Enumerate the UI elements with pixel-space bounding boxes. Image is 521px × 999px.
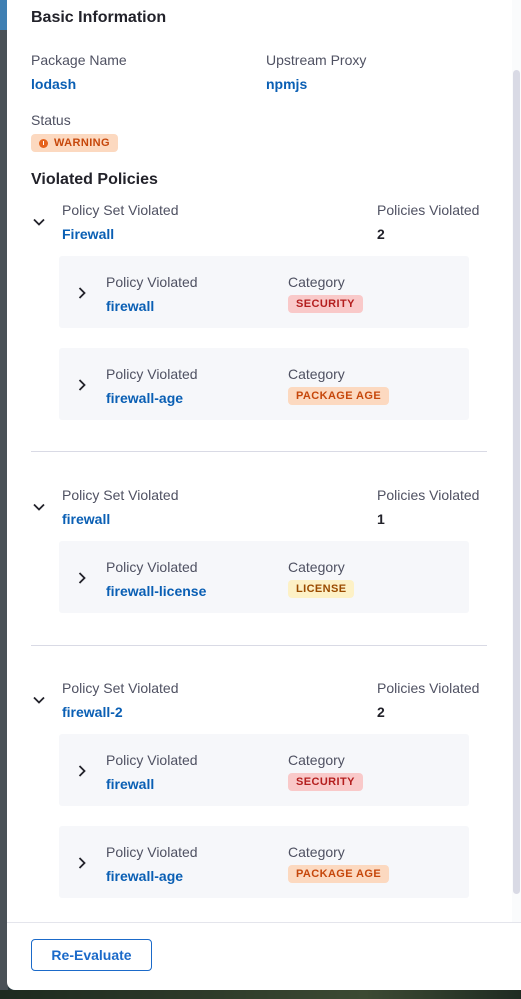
scrollbar[interactable] bbox=[512, 0, 521, 922]
policies-violated-count: 2 bbox=[377, 704, 385, 720]
policy-violated-link[interactable]: firewall-license bbox=[106, 583, 206, 599]
policy-set-link[interactable]: firewall-2 bbox=[62, 704, 123, 720]
status-label: Status bbox=[31, 112, 71, 128]
chevron-right-icon[interactable] bbox=[75, 571, 89, 585]
policy-set-label: Policy Set Violated bbox=[62, 680, 179, 696]
category-label: Category bbox=[288, 366, 345, 382]
policy-set-label: Policy Set Violated bbox=[62, 202, 179, 218]
policy-violated-label: Policy Violated bbox=[106, 274, 198, 290]
policy-card: Policy Violated firewall-age Category PA… bbox=[59, 826, 469, 898]
upstream-proxy-label: Upstream Proxy bbox=[266, 52, 367, 68]
scrollbar-thumb[interactable] bbox=[513, 70, 520, 894]
category-badge: SECURITY bbox=[288, 773, 363, 791]
policy-violated-label: Policy Violated bbox=[106, 752, 198, 768]
chevron-down-icon[interactable] bbox=[32, 215, 46, 229]
policy-card: Policy Violated firewall Category SECURI… bbox=[59, 256, 469, 328]
policy-set-link[interactable]: Firewall bbox=[62, 226, 114, 242]
package-name-link[interactable]: lodash bbox=[31, 76, 76, 92]
category-badge: LICENSE bbox=[288, 580, 355, 598]
group-divider bbox=[31, 451, 487, 452]
policy-violated-label: Policy Violated bbox=[106, 844, 198, 860]
policies-violated-label: Policies Violated bbox=[377, 680, 480, 696]
category-badge: SECURITY bbox=[288, 295, 363, 313]
status-badge-text: WARNING bbox=[54, 137, 110, 149]
policy-card: Policy Violated firewall-age Category PA… bbox=[59, 348, 469, 420]
policy-violated-link[interactable]: firewall bbox=[106, 776, 154, 792]
policy-set-label: Policy Set Violated bbox=[62, 487, 179, 503]
basic-information-title: Basic Information bbox=[31, 9, 167, 26]
package-details-drawer: Basic Information Package Name lodash Up… bbox=[7, 0, 521, 990]
violated-policies-title: Violated Policies bbox=[31, 171, 158, 188]
policy-violated-label: Policy Violated bbox=[106, 366, 198, 382]
footer-divider bbox=[7, 922, 521, 923]
chevron-right-icon[interactable] bbox=[75, 286, 89, 300]
category-label: Category bbox=[288, 559, 345, 575]
chevron-right-icon[interactable] bbox=[75, 856, 89, 870]
policy-violated-link[interactable]: firewall bbox=[106, 298, 154, 314]
upstream-proxy-link[interactable]: npmjs bbox=[266, 76, 307, 92]
group-divider bbox=[31, 645, 487, 646]
policy-violated-link[interactable]: firewall-age bbox=[106, 868, 183, 884]
policy-card: Policy Violated firewall-license Categor… bbox=[59, 541, 469, 613]
category-badge: PACKAGE AGE bbox=[288, 387, 390, 405]
policies-violated-count: 2 bbox=[377, 226, 385, 242]
status-badge: WARNING bbox=[31, 134, 118, 152]
category-badge: PACKAGE AGE bbox=[288, 865, 390, 883]
chevron-right-icon[interactable] bbox=[75, 764, 89, 778]
chevron-down-icon[interactable] bbox=[32, 693, 46, 707]
policy-violated-link[interactable]: firewall-age bbox=[106, 390, 183, 406]
chevron-right-icon[interactable] bbox=[75, 378, 89, 392]
chevron-down-icon[interactable] bbox=[32, 500, 46, 514]
category-label: Category bbox=[288, 752, 345, 768]
policies-violated-label: Policies Violated bbox=[377, 487, 480, 503]
policies-violated-label: Policies Violated bbox=[377, 202, 480, 218]
policy-violated-label: Policy Violated bbox=[106, 559, 198, 575]
category-label: Category bbox=[288, 274, 345, 290]
warning-icon bbox=[39, 138, 48, 148]
category-label: Category bbox=[288, 844, 345, 860]
background-map bbox=[0, 990, 521, 999]
policy-card: Policy Violated firewall Category SECURI… bbox=[59, 734, 469, 806]
package-name-label: Package Name bbox=[31, 52, 127, 68]
re-evaluate-button[interactable]: Re-Evaluate bbox=[31, 939, 152, 971]
policies-violated-count: 1 bbox=[377, 511, 385, 527]
policy-set-link[interactable]: firewall bbox=[62, 511, 110, 527]
